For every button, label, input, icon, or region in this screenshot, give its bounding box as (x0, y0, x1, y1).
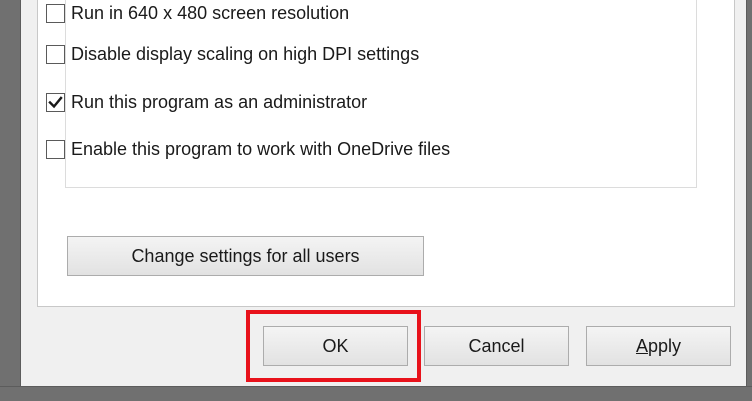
checkbox-label: Run in 640 x 480 screen resolution (71, 2, 350, 23)
checkbox-label: Enable this program to work with OneDriv… (71, 138, 451, 159)
checkbox-box[interactable] (46, 44, 65, 64)
checkbox-run-as-administrator[interactable]: Run this program as an administrator (46, 90, 367, 114)
apply-button[interactable]: Apply (586, 326, 731, 366)
ok-button-highlight (246, 310, 421, 382)
checkbox-box[interactable] (46, 92, 65, 112)
checkbox-label: Disable display scaling on high DPI sett… (71, 43, 420, 64)
change-settings-all-users-button[interactable]: Change settings for all users (67, 236, 424, 276)
cancel-button[interactable]: Cancel (424, 326, 569, 366)
checkbox-run-640x480[interactable]: Run in 640 x 480 screen resolution (46, 1, 349, 25)
apply-accelerator-key: A (635, 335, 648, 356)
checkmark-icon (48, 95, 63, 108)
checkbox-box[interactable] (46, 139, 65, 159)
window-frame-left (0, 0, 21, 401)
checkbox-box[interactable] (46, 3, 65, 23)
checkbox-label: Run this program as an administrator (71, 91, 368, 112)
window-frame-bottom (0, 386, 752, 401)
checkbox-disable-dpi-scaling[interactable]: Disable display scaling on high DPI sett… (46, 42, 419, 66)
apply-label-rest: pply (647, 335, 682, 356)
window-frame-right (746, 0, 752, 401)
checkbox-onedrive-files[interactable]: Enable this program to work with OneDriv… (46, 137, 450, 161)
